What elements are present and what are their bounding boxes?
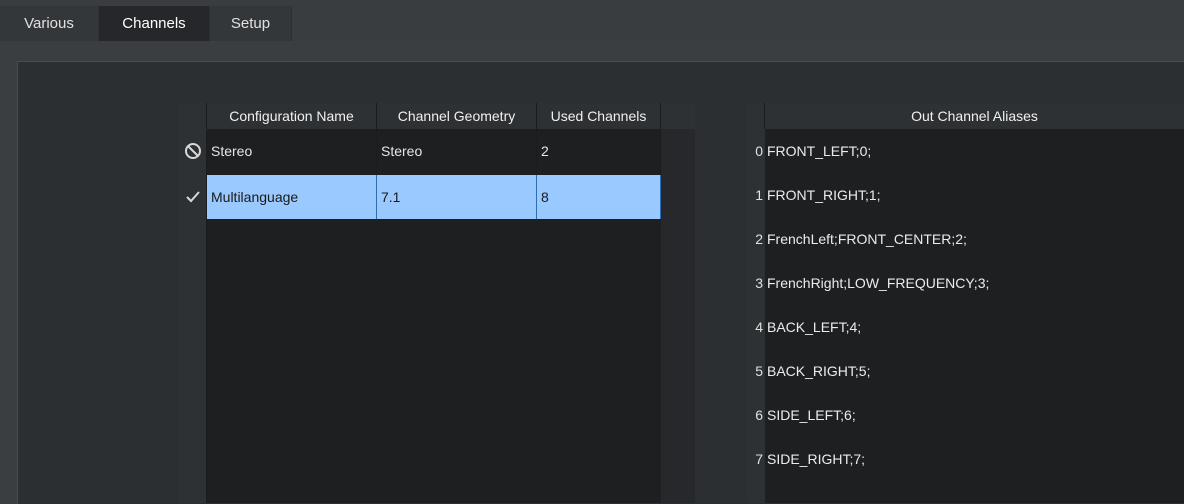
column-header-out-channel-aliases[interactable]: Out Channel Aliases (765, 103, 1184, 129)
tab-channels[interactable]: Channels (99, 6, 210, 41)
cell-configuration-name[interactable]: Multilanguage (207, 175, 377, 219)
row-header-corner (178, 103, 207, 129)
alias-row-index: 7 (755, 451, 763, 467)
tab-setup[interactable]: Setup (210, 6, 292, 41)
alias-value[interactable]: SIDE_LEFT;6; (767, 393, 856, 437)
alias-row[interactable]: 5 BACK_RIGHT;5; (747, 349, 1184, 393)
alias-row-index: 1 (755, 187, 763, 203)
configurations-table-header: Configuration Name Channel Geometry Used… (178, 103, 695, 129)
configurations-table: Configuration Name Channel Geometry Used… (178, 103, 695, 503)
out-channel-aliases-table: Out Channel Aliases 0 FRONT_LEFT;0; 1 FR… (747, 103, 1184, 503)
column-header-channel-geometry[interactable]: Channel Geometry (377, 103, 537, 129)
alias-value[interactable]: FrenchRight;LOW_FREQUENCY;3; (767, 261, 989, 305)
alias-value[interactable]: FrenchLeft;FRONT_CENTER;2; (767, 217, 967, 261)
alias-row-index: 0 (755, 143, 763, 159)
alias-value[interactable]: FRONT_RIGHT;1; (767, 173, 881, 217)
cell-channel-geometry[interactable]: Stereo (377, 129, 537, 173)
disabled-icon[interactable] (178, 129, 207, 173)
alias-row[interactable]: 3 FrenchRight;LOW_FREQUENCY;3; (747, 261, 1184, 305)
checkmark-icon[interactable] (178, 175, 207, 219)
alias-row[interactable]: 2 FrenchLeft;FRONT_CENTER;2; (747, 217, 1184, 261)
aliases-table-header: Out Channel Aliases (747, 103, 1184, 129)
alias-row-index: 4 (755, 319, 763, 335)
alias-row-index: 5 (755, 363, 763, 379)
cell-used-channels[interactable]: 2 (537, 129, 661, 173)
alias-value[interactable]: BACK_RIGHT;5; (767, 349, 870, 393)
table-row-stereo[interactable]: Stereo Stereo 2 (178, 129, 695, 173)
aliases-header-corner (747, 103, 765, 129)
cell-channel-geometry[interactable]: 7.1 (377, 175, 537, 219)
alias-value[interactable]: FRONT_LEFT;0; (767, 129, 871, 173)
cell-used-channels[interactable]: 8 (537, 175, 661, 219)
alias-row-index: 6 (755, 407, 763, 423)
alias-row[interactable]: 1 FRONT_RIGHT;1; (747, 173, 1184, 217)
column-header-used-channels[interactable]: Used Channels (537, 103, 661, 129)
tab-bar: Various Channels Setup (0, 0, 1184, 42)
tab-various[interactable]: Various (0, 6, 99, 41)
alias-row-index: 2 (755, 231, 763, 247)
alias-row[interactable]: 6 SIDE_LEFT;6; (747, 393, 1184, 437)
alias-row[interactable]: 4 BACK_LEFT;4; (747, 305, 1184, 349)
column-header-configuration-name[interactable]: Configuration Name (207, 103, 377, 129)
table-row-multilanguage[interactable]: Multilanguage 7.1 8 (178, 175, 695, 219)
cell-configuration-name[interactable]: Stereo (207, 129, 377, 173)
alias-value[interactable]: BACK_LEFT;4; (767, 305, 861, 349)
alias-row[interactable]: 0 FRONT_LEFT;0; (747, 129, 1184, 173)
alias-row-index: 3 (755, 275, 763, 291)
alias-value[interactable]: SIDE_RIGHT;7; (767, 437, 865, 481)
alias-row[interactable]: 7 SIDE_RIGHT;7; (747, 437, 1184, 481)
